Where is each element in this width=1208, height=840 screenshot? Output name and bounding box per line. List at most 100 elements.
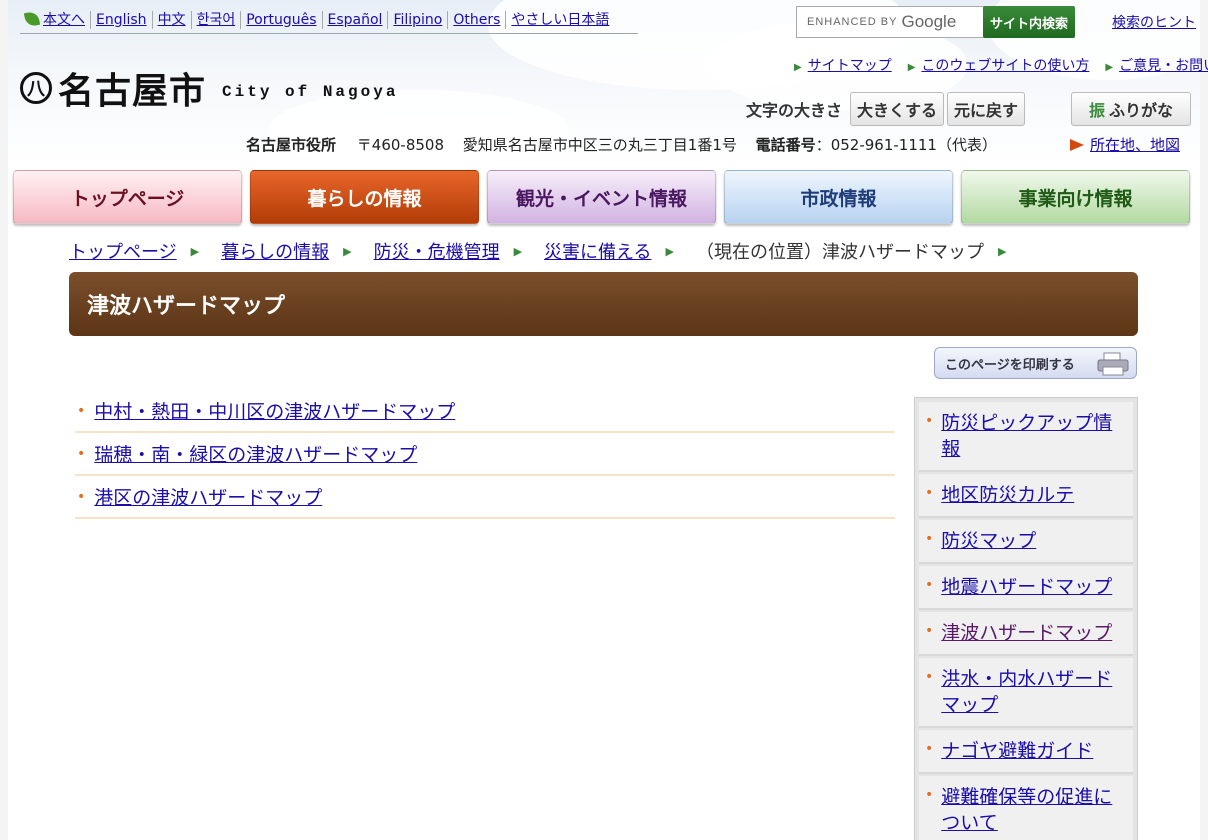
bullet-icon: •	[925, 577, 934, 593]
lang-link-easy-japanese[interactable]: やさしい日本語	[506, 11, 614, 29]
chevron-right-icon: ▶	[997, 244, 1007, 258]
map-link-minato[interactable]: 港区の津波ハザードマップ	[94, 483, 322, 510]
sidebar-menu: • 防災ピックアップ情報 • 地区防災カルテ • 防災マップ • 地震ハザードマップ •…	[914, 397, 1138, 840]
how-to-use-link[interactable]: ▶ このウェブサイトの使い方	[908, 55, 1090, 75]
postal-code: 〒460-8508	[356, 136, 445, 154]
chevron-right-icon: ▶	[513, 244, 523, 258]
breadcrumb-current: （現在の位置）津波ハザードマップ	[695, 242, 984, 263]
search-input[interactable]: ENHANCED BY Google	[796, 6, 984, 38]
leaf-icon	[23, 10, 41, 27]
bullet-icon: •	[925, 413, 934, 429]
sidebar-item-disaster-map: • 防災マップ	[919, 520, 1133, 564]
lang-link-chinese[interactable]: 中文	[153, 10, 192, 29]
arrow-right-icon: ▶	[794, 62, 802, 73]
city-name-english: City of Nagoya	[222, 83, 399, 101]
sidebar-item-earthquake-map: • 地震ハザードマップ	[919, 566, 1133, 610]
bullet-icon: •	[925, 741, 934, 757]
furigana-button[interactable]: 振 ふりがな	[1071, 92, 1191, 126]
sidebar-link[interactable]: 津波ハザードマップ	[941, 620, 1112, 646]
lang-link-others[interactable]: Others	[448, 10, 507, 29]
nav-tab-living[interactable]: 暮らしの情報	[250, 170, 479, 224]
sidebar-item-pickup: • 防災ピックアップ情報	[919, 402, 1133, 472]
arrow-right-icon: ▶	[1105, 62, 1114, 73]
nav-tab-top[interactable]: トップページ	[13, 170, 242, 224]
breadcrumb-disaster-prevention[interactable]: 防災・危機管理	[374, 238, 500, 264]
sidebar-link[interactable]: 避難確保等の促進について	[941, 784, 1127, 836]
main-navigation: トップページ 暮らしの情報 観光・イベント情報 市政情報 事業向け情報	[13, 170, 1190, 224]
print-label: このページを印刷する	[945, 357, 1075, 373]
breadcrumb: トップページ ▶ 暮らしの情報 ▶ 防災・危機管理 ▶ 災害に備える ▶ （現在…	[69, 238, 1028, 264]
chevron-right-icon: ▶	[343, 244, 352, 258]
search-hint-link[interactable]: 検索のヒント	[1112, 12, 1196, 32]
city-hall-address: 名古屋市役所 〒460-8508 愛知県名古屋市中区三の丸三丁目1番1号 電話番…	[246, 134, 997, 155]
font-size-label: 文字の大きさ	[746, 101, 843, 120]
font-size-controls: 文字の大きさ 大きくする 元に戻す	[746, 92, 1028, 126]
language-bar: 本文へ English 中文 한국어 Português Español Fil…	[20, 8, 638, 34]
bullet-icon: •	[925, 485, 934, 501]
breadcrumb-prepare[interactable]: 災害に備える	[544, 238, 651, 264]
office-name: 名古屋市役所	[246, 136, 337, 154]
bullet-icon: •	[925, 787, 934, 803]
lang-link-spanish[interactable]: Español	[323, 10, 389, 29]
nav-tab-city-government[interactable]: 市政情報	[724, 170, 953, 224]
city-name: 名古屋市	[58, 71, 207, 112]
page: 本文へ English 中文 한국어 Português Español Fil…	[8, 0, 1208, 840]
sidebar-item-tsunami-map: • 津波ハザードマップ	[919, 612, 1133, 656]
sidebar-link[interactable]: 地震ハザードマップ	[941, 574, 1112, 600]
sidebar-link[interactable]: 防災マップ	[941, 528, 1036, 554]
sidebar-link[interactable]: 地区防災カルテ	[941, 482, 1074, 508]
site-search-button[interactable]: サイト内検索	[983, 6, 1075, 38]
bullet-icon: •	[77, 445, 86, 462]
nav-tab-tourism[interactable]: 観光・イベント情報	[487, 170, 716, 224]
nav-tab-business[interactable]: 事業向け情報	[961, 170, 1190, 224]
map-link-nakamura-atsuta-nakagawa[interactable]: 中村・熱田・中川区の津波ハザードマップ	[94, 397, 455, 424]
lang-link-skip[interactable]: 本文へ	[20, 10, 91, 29]
sidebar-item-district-karte: • 地区防災カルテ	[919, 474, 1133, 518]
sidebar-item-flood-map: • 洪水・内水ハザードマップ	[919, 658, 1133, 728]
sidebar-item-evacuation-promotion: • 避難確保等の促進について	[919, 776, 1133, 840]
location-map-link[interactable]: 所在地、地図	[1070, 134, 1180, 155]
lang-link-korean[interactable]: 한국어	[192, 10, 242, 29]
breadcrumb-living[interactable]: 暮らしの情報	[221, 238, 329, 264]
sitemap-link[interactable]: ▶ サイトマップ	[794, 55, 892, 75]
chevron-right-icon: ▶	[665, 244, 674, 258]
lang-label: 本文へ	[43, 11, 85, 28]
list-item: • 港区の津波ハザードマップ	[75, 476, 895, 519]
phone-label: 電話番号	[755, 136, 816, 154]
lang-link-portuguese[interactable]: Português	[241, 10, 323, 29]
street-address: 愛知県名古屋市中区三の丸三丁目1番1号	[462, 136, 737, 154]
utility-links: ▶ サイトマップ ▶ このウェブサイトの使い方 ▶ ご意見・お問い合せ	[778, 55, 1208, 75]
font-larger-button[interactable]: 大きくする	[850, 92, 945, 126]
arrow-right-icon: ▶	[907, 62, 916, 73]
bullet-icon: •	[925, 623, 934, 639]
sidebar-link[interactable]: 洪水・内水ハザードマップ	[941, 666, 1127, 718]
contact-link[interactable]: ▶ ご意見・お問い合せ	[1105, 55, 1208, 75]
google-logo: Google	[901, 12, 957, 31]
sidebar-item-evacuation-guide: • ナゴヤ避難ガイド	[919, 730, 1133, 774]
font-reset-button[interactable]: 元に戻す	[947, 92, 1026, 126]
list-item: • 中村・熱田・中川区の津波ハザードマップ	[75, 390, 895, 433]
tsunami-map-list: • 中村・熱田・中川区の津波ハザードマップ • 瑞穂・南・緑区の津波ハザードマッ…	[75, 390, 895, 519]
page-title: 津波ハザードマップ	[69, 272, 1138, 336]
list-item: • 瑞穂・南・緑区の津波ハザードマップ	[75, 433, 895, 476]
printer-icon	[1097, 352, 1129, 376]
map-link-mizuho-minami-midori[interactable]: 瑞穂・南・緑区の津波ハザードマップ	[94, 440, 417, 467]
sidebar-link[interactable]: ナゴヤ避難ガイド	[941, 738, 1093, 764]
furigana-icon: 振	[1088, 101, 1105, 120]
bullet-icon: •	[925, 669, 934, 685]
link-label: 所在地、地図	[1090, 136, 1181, 154]
sidebar-link[interactable]: 防災ピックアップ情報	[941, 410, 1127, 462]
link-label: サイトマップ	[807, 58, 892, 74]
bullet-icon: •	[77, 402, 86, 419]
print-page-button[interactable]: このページを印刷する	[934, 347, 1137, 379]
city-logo[interactable]: 八 名古屋市 City of Nagoya	[20, 62, 398, 114]
link-label: ご意見・お問い合せ	[1119, 58, 1208, 74]
search-enhanced-label: ENHANCED BY	[807, 16, 898, 28]
city-emblem-icon: 八	[20, 72, 52, 104]
furigana-label: ふりがな	[1109, 101, 1174, 120]
lang-link-english[interactable]: English	[91, 10, 153, 29]
lang-link-filipino[interactable]: Filipino	[388, 10, 449, 29]
bullet-icon: •	[77, 488, 86, 505]
phone-number: ：052-961-1111（代表）	[815, 136, 997, 154]
breadcrumb-top[interactable]: トップページ	[69, 238, 177, 264]
